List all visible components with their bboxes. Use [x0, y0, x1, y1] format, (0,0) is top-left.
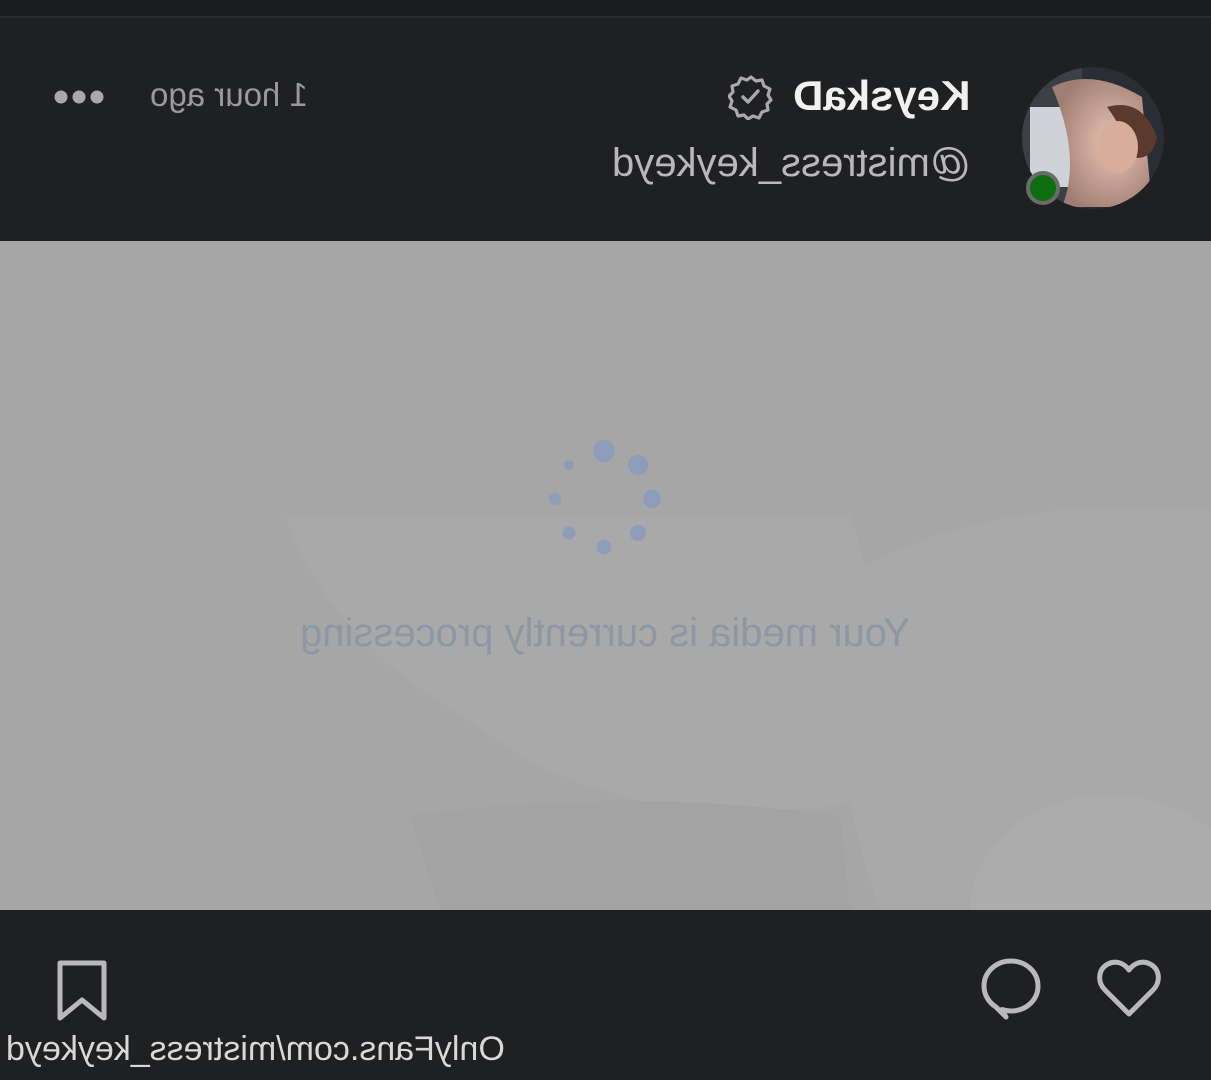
- display-name[interactable]: KeyskaD: [793, 72, 970, 120]
- heart-icon[interactable]: [1095, 956, 1163, 1020]
- more-dots-icon[interactable]: [52, 88, 106, 106]
- user-handle[interactable]: @mistress_keykeyd: [612, 141, 970, 186]
- verified-badge-icon: [728, 75, 773, 120]
- post-timestamp[interactable]: 1 hour ago: [150, 76, 308, 114]
- media-processing-text: Your media is currently processing: [300, 611, 910, 655]
- watermark-text: OnlyFans.com/mistress_keykeyd: [6, 1030, 505, 1068]
- bookmark-icon[interactable]: [52, 958, 112, 1022]
- top-divider: [0, 0, 1211, 18]
- media-placeholder: [0, 241, 1211, 910]
- loading-spinner-icon: [549, 440, 661, 555]
- comment-icon[interactable]: [978, 955, 1044, 1021]
- online-status-dot: [1026, 171, 1060, 205]
- media-background-shapes: [285, 507, 1211, 910]
